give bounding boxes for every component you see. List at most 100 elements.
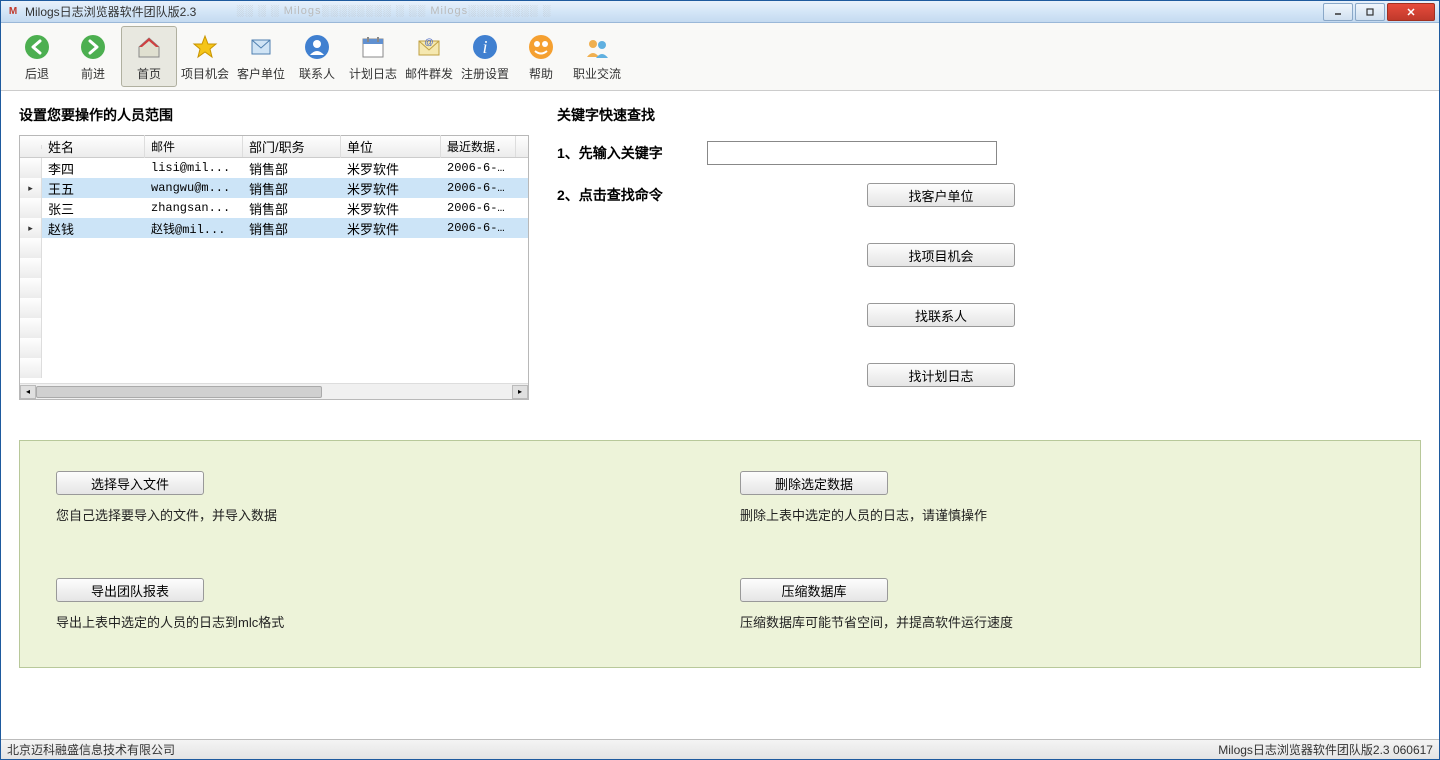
- table-row[interactable]: 张三zhangsan...销售部米罗软件2006-6-1.: [20, 198, 528, 218]
- keyword-input[interactable]: [707, 141, 997, 165]
- app-window: M Milogs日志浏览器软件团队版2.3 ░░ ░ ░ Milogs░░░░░…: [0, 0, 1440, 760]
- compress-db-button[interactable]: 压缩数据库: [740, 578, 888, 602]
- toolbar-label: 邮件群发: [405, 65, 453, 82]
- minimize-button[interactable]: [1323, 3, 1353, 21]
- titlebar: M Milogs日志浏览器软件团队版2.3 ░░ ░ ░ Milogs░░░░░…: [1, 1, 1439, 23]
- horizontal-scrollbar[interactable]: ◂ ▸: [20, 383, 528, 399]
- col-unit[interactable]: 单位: [341, 135, 441, 158]
- toolbar-label: 计划日志: [349, 65, 397, 82]
- cell-date: 2006-6-1.: [441, 219, 516, 237]
- table-row[interactable]: 王五wangwu@m...销售部米罗软件2006-6-1.: [20, 178, 528, 198]
- cell-email: lisi@mil...: [145, 159, 243, 177]
- table-row-empty[interactable]: [20, 318, 528, 338]
- cell-email: 赵钱@mil...: [145, 218, 243, 239]
- table-row-empty[interactable]: [20, 298, 528, 318]
- titlebar-blur: ░░ ░ ░ Milogs░░░░░░░░ ░ ░░ Milogs░░░░░░░…: [236, 5, 1323, 19]
- delete-selected-button[interactable]: 删除选定数据: [740, 471, 888, 495]
- info-icon: i: [469, 31, 501, 63]
- cell-date: 2006-6-1.: [441, 179, 516, 197]
- scroll-thumb[interactable]: [36, 386, 322, 398]
- star-icon: [189, 31, 221, 63]
- table-row[interactable]: 赵钱赵钱@mil...销售部米罗软件2006-6-1.: [20, 218, 528, 238]
- toolbar-label: 后退: [25, 65, 49, 82]
- toolbar-label: 客户单位: [237, 65, 285, 82]
- contacts-icon: [301, 31, 333, 63]
- scroll-track[interactable]: [36, 385, 512, 399]
- maximize-button[interactable]: [1355, 3, 1385, 21]
- row-marker: [20, 358, 42, 378]
- toolbar-help[interactable]: 帮助: [513, 26, 569, 87]
- table-header: 姓名 邮件 部门/职务 单位 最近数据.: [20, 136, 528, 158]
- cell-unit: 米罗软件: [341, 217, 441, 240]
- find-plan-button[interactable]: 找计划日志: [867, 363, 1015, 387]
- staff-scope-title: 设置您要操作的人员范围: [19, 105, 529, 125]
- actions-panel: 选择导入文件 您自己选择要导入的文件，并导入数据 删除选定数据 删除上表中选定的…: [19, 440, 1421, 668]
- close-button[interactable]: [1387, 3, 1435, 21]
- toolbar-info[interactable]: i注册设置: [457, 26, 513, 87]
- window-title: Milogs日志浏览器软件团队版2.3: [25, 3, 196, 20]
- import-block: 选择导入文件 您自己选择要导入的文件，并导入数据: [56, 471, 700, 524]
- status-left: 北京迈科融盛信息技术有限公司: [7, 741, 175, 758]
- toolbar-contacts[interactable]: 联系人: [289, 26, 345, 87]
- table-row[interactable]: 李四lisi@mil...销售部米罗软件2006-6-1.: [20, 158, 528, 178]
- row-marker: [20, 238, 42, 258]
- svg-text:i: i: [482, 37, 487, 57]
- toolbar-back[interactable]: 后退: [9, 26, 65, 87]
- people-icon: [581, 31, 613, 63]
- scroll-left-arrow[interactable]: ◂: [20, 385, 36, 399]
- find-project-button[interactable]: 找项目机会: [867, 243, 1015, 267]
- row-marker: [20, 278, 42, 298]
- mail-icon: @: [413, 31, 445, 63]
- cell-email: wangwu@m...: [145, 179, 243, 197]
- toolbar-people[interactable]: 职业交流: [569, 26, 625, 87]
- compress-block: 压缩数据库 压缩数据库可能节省空间，并提高软件运行速度: [740, 578, 1384, 631]
- toolbar-home[interactable]: 首页: [121, 26, 177, 87]
- export-report-button[interactable]: 导出团队报表: [56, 578, 204, 602]
- delete-desc: 删除上表中选定的人员的日志，请谨慎操作: [740, 505, 1384, 524]
- cell-email: zhangsan...: [145, 199, 243, 217]
- toolbar-customer[interactable]: 客户单位: [233, 26, 289, 87]
- col-dept[interactable]: 部门/职务: [243, 135, 341, 158]
- toolbar-star[interactable]: 项目机会: [177, 26, 233, 87]
- forward-icon: [77, 31, 109, 63]
- row-marker: [20, 218, 42, 238]
- row-marker-header: [20, 145, 42, 149]
- import-desc: 您自己选择要导入的文件，并导入数据: [56, 505, 700, 524]
- table-row-empty[interactable]: [20, 238, 528, 258]
- table-body: 李四lisi@mil...销售部米罗软件2006-6-1.王五wangwu@m.…: [20, 158, 528, 383]
- row-marker: [20, 258, 42, 278]
- col-date[interactable]: 最近数据.: [441, 136, 516, 157]
- home-icon: [133, 31, 165, 63]
- export-block: 导出团队报表 导出上表中选定的人员的日志到mlc格式: [56, 578, 700, 631]
- toolbar-forward[interactable]: 前进: [65, 26, 121, 87]
- status-right: Milogs日志浏览器软件团队版2.3 060617: [1218, 741, 1433, 758]
- keyword-search-title: 关键字快速查找: [557, 105, 1421, 125]
- toolbar-label: 联系人: [299, 65, 335, 82]
- staff-scope-panel: 设置您要操作的人员范围 姓名 邮件 部门/职务 单位 最近数据. 李四lisi@…: [19, 105, 529, 400]
- staff-table: 姓名 邮件 部门/职务 单位 最近数据. 李四lisi@mil...销售部米罗软…: [19, 135, 529, 400]
- row-marker: [20, 318, 42, 338]
- find-customer-button[interactable]: 找客户单位: [867, 183, 1015, 207]
- toolbar-calendar[interactable]: 计划日志: [345, 26, 401, 87]
- find-contact-button[interactable]: 找联系人: [867, 303, 1015, 327]
- toolbar-label: 帮助: [529, 65, 553, 82]
- table-row-empty[interactable]: [20, 278, 528, 298]
- svg-text:@: @: [424, 37, 433, 47]
- row-marker: [20, 338, 42, 358]
- table-row-empty[interactable]: [20, 358, 528, 378]
- toolbar-label: 职业交流: [573, 65, 621, 82]
- table-row-empty[interactable]: [20, 338, 528, 358]
- row-marker: [20, 178, 42, 198]
- app-icon: M: [5, 4, 21, 20]
- cell-dept: 销售部: [243, 217, 341, 240]
- import-file-button[interactable]: 选择导入文件: [56, 471, 204, 495]
- col-name[interactable]: 姓名: [42, 135, 145, 158]
- calendar-icon: [357, 31, 389, 63]
- col-email[interactable]: 邮件: [145, 136, 243, 157]
- toolbar-mail[interactable]: @ 邮件群发: [401, 26, 457, 87]
- window-controls: [1323, 3, 1435, 21]
- statusbar: 北京迈科融盛信息技术有限公司 Milogs日志浏览器软件团队版2.3 06061…: [1, 739, 1439, 759]
- toolbar: 后退前进首页项目机会客户单位联系人计划日志 @ 邮件群发i注册设置帮助 职业交流: [1, 23, 1439, 91]
- table-row-empty[interactable]: [20, 258, 528, 278]
- scroll-right-arrow[interactable]: ▸: [512, 385, 528, 399]
